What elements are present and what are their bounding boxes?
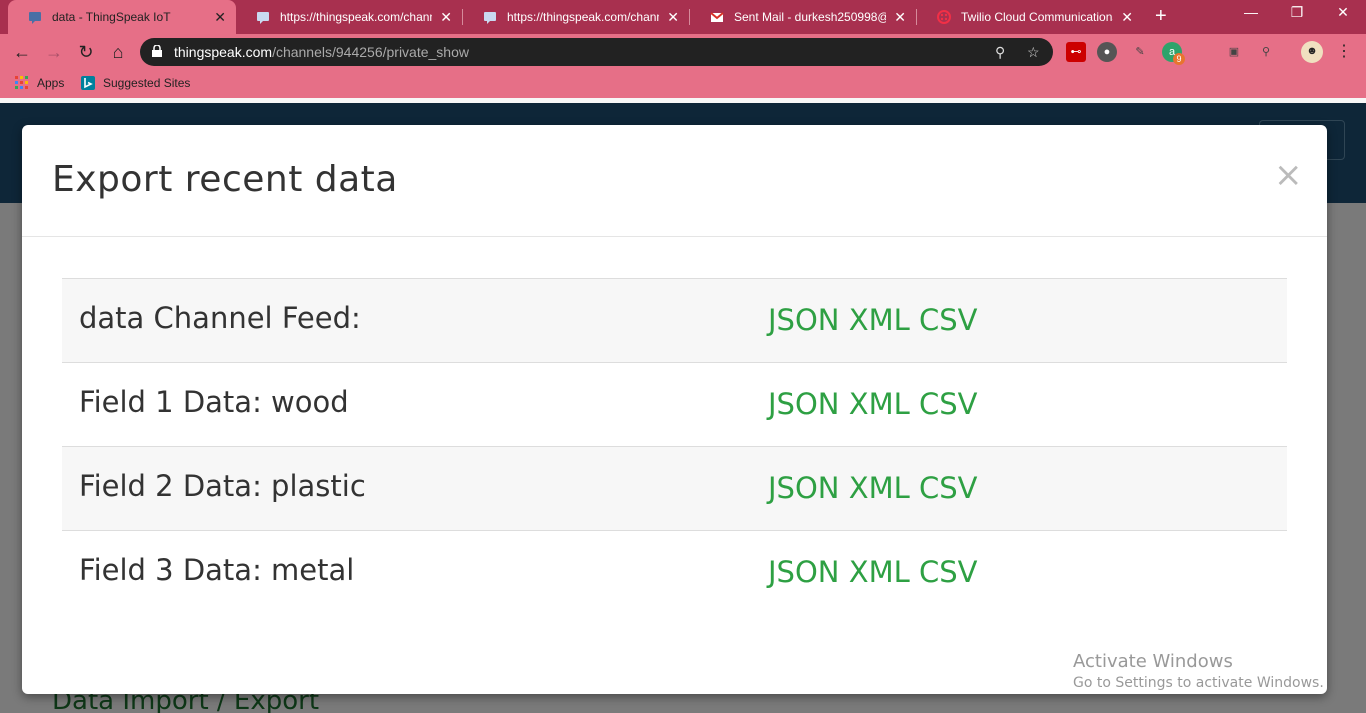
reload-icon[interactable]: ↻ — [75, 41, 97, 63]
tab-title: https://thingspeak.com/channe — [280, 10, 433, 24]
minimize-icon[interactable]: — — [1228, 4, 1274, 20]
address-bar[interactable]: thingspeak.com/channels/944256/private_s… — [140, 38, 1053, 66]
gmail-icon — [710, 10, 724, 24]
json-link[interactable]: JSON — [768, 303, 839, 337]
tab-twilio[interactable]: Twilio Cloud Communications ✕ — [917, 0, 1143, 34]
menu-kebab-icon[interactable]: ⋮ — [1334, 42, 1354, 62]
table-row: Field 2 Data: plastic JSON XML CSV — [62, 447, 1287, 531]
format-links: JSON XML CSV — [768, 555, 977, 589]
thingspeak-icon — [483, 10, 497, 24]
tab-title: https://thingspeak.com/channe — [507, 10, 660, 24]
xml-link[interactable]: XML — [849, 303, 910, 337]
apps-grid-icon — [15, 76, 28, 89]
close-icon[interactable]: ✕ — [667, 9, 679, 26]
bookmarks-bar: Apps Suggested Sites — [0, 70, 1366, 98]
bookmark-star-icon[interactable]: ☆ — [1027, 44, 1043, 60]
back-icon[interactable]: ← — [11, 41, 33, 63]
tab-thingspeak-data[interactable]: data - ThingSpeak IoT ✕ — [8, 0, 236, 34]
csv-link[interactable]: CSV — [919, 303, 978, 337]
url-host: thingspeak.com — [174, 44, 273, 60]
profile-avatar[interactable]: ☻ — [1301, 41, 1323, 63]
bookmark-apps[interactable]: Apps — [15, 76, 64, 90]
csv-link[interactable]: CSV — [919, 471, 978, 505]
table-row: data Channel Feed: JSON XML CSV — [62, 279, 1287, 363]
table-row: Field 1 Data: wood JSON XML CSV — [62, 363, 1287, 447]
xml-link[interactable]: XML — [849, 471, 910, 505]
row-label: Field 2 Data: plastic — [79, 469, 366, 503]
new-tab-button[interactable]: + — [1155, 5, 1167, 28]
close-icon[interactable]: × — [1274, 155, 1303, 195]
modal-title: Export recent data — [52, 159, 398, 200]
export-modal: Export recent data × data Channel Feed: … — [22, 125, 1327, 694]
json-link[interactable]: JSON — [768, 387, 839, 421]
tab-title: data - ThingSpeak IoT — [52, 10, 171, 24]
tab-gmail-sent[interactable]: Sent Mail - durkesh250998@g ✕ — [690, 0, 916, 34]
home-icon[interactable]: ⌂ — [107, 41, 129, 63]
bookmark-label: Apps — [37, 76, 65, 90]
close-icon[interactable]: ✕ — [440, 9, 452, 26]
close-icon[interactable]: ✕ — [894, 9, 906, 26]
close-icon[interactable]: ✕ — [1121, 9, 1133, 26]
tab-title: Sent Mail - durkesh250998@g — [734, 10, 887, 24]
watermark-subtitle: Go to Settings to activate Windows. — [1073, 675, 1324, 691]
tab-thingspeak-channel-1[interactable]: https://thingspeak.com/channe ✕ — [236, 0, 462, 34]
xml-link[interactable]: XML — [849, 555, 910, 589]
csv-link[interactable]: CSV — [919, 387, 978, 421]
browser-toolbar: ← → ↻ ⌂ thingspeak.com/channels/944256/p… — [0, 34, 1366, 70]
bookmark-label: Suggested Sites — [103, 76, 191, 90]
row-label: data Channel Feed: — [79, 301, 361, 335]
export-table: data Channel Feed: JSON XML CSV Field 1 … — [62, 278, 1287, 615]
row-label: Field 3 Data: metal — [79, 553, 355, 587]
tab-title: Twilio Cloud Communications — [961, 10, 1114, 24]
url-path: /channels/944256/private_show — [272, 44, 469, 60]
lock-icon — [152, 45, 162, 57]
format-links: JSON XML CSV — [768, 387, 977, 421]
bing-icon — [81, 76, 95, 90]
twilio-icon — [937, 10, 951, 24]
format-links: JSON XML CSV — [768, 471, 977, 505]
json-link[interactable]: JSON — [768, 555, 839, 589]
tab-strip: data - ThingSpeak IoT ✕ https://thingspe… — [0, 0, 1366, 34]
pdf-extension-icon[interactable]: ⊷ — [1066, 42, 1086, 62]
table-row: Field 3 Data: metal JSON XML CSV — [62, 531, 1287, 615]
modal-header: Export recent data × — [22, 125, 1327, 237]
thingspeak-icon — [28, 10, 42, 24]
extension-pen-icon[interactable]: ✎ — [1130, 42, 1150, 62]
csv-link[interactable]: CSV — [919, 555, 978, 589]
extension-icon[interactable]: ● — [1097, 42, 1117, 62]
location-pin-icon[interactable]: ⚲ — [1256, 42, 1276, 62]
restore-icon[interactable]: ❐ — [1274, 4, 1320, 21]
json-link[interactable]: JSON — [768, 471, 839, 505]
extension-badge: 9 — [1173, 53, 1185, 65]
close-icon[interactable]: ✕ — [214, 9, 226, 26]
format-links: JSON XML CSV — [768, 303, 977, 337]
activate-windows-watermark: Activate Windows Go to Settings to activ… — [1073, 651, 1324, 691]
cast-icon[interactable]: ▣ — [1224, 42, 1244, 62]
xml-link[interactable]: XML — [849, 387, 910, 421]
thingspeak-icon — [256, 10, 270, 24]
watermark-title: Activate Windows — [1073, 651, 1233, 672]
zoom-icon[interactable]: ⚲ — [995, 44, 1011, 60]
row-label: Field 1 Data: wood — [79, 385, 349, 419]
forward-icon[interactable]: → — [43, 41, 65, 63]
bookmark-suggested-sites[interactable]: Suggested Sites — [81, 76, 190, 90]
tab-thingspeak-channel-2[interactable]: https://thingspeak.com/channe ✕ — [463, 0, 689, 34]
window-close-icon[interactable]: ✕ — [1320, 4, 1366, 21]
